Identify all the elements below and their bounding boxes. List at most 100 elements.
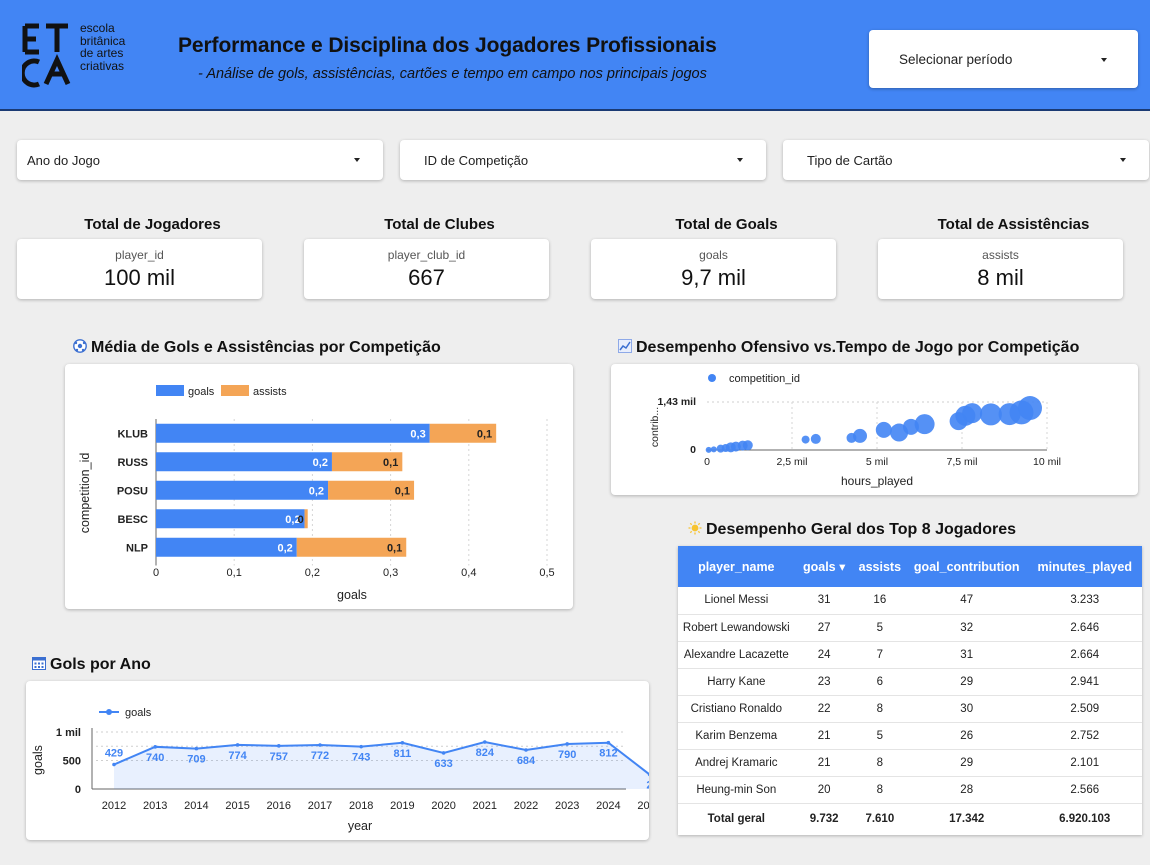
data-label: 790 bbox=[558, 749, 576, 761]
table-cell: 29 bbox=[905, 749, 1028, 777]
legend-swatch-assists bbox=[221, 385, 249, 396]
kpi-card-players: player_id 100 mil bbox=[17, 239, 262, 299]
table-row: Harry Kane 23 6 29 2.941 bbox=[678, 668, 1142, 696]
period-selector[interactable]: Selecionar período bbox=[869, 30, 1138, 88]
x-tick-label: 2012 bbox=[102, 800, 126, 812]
table-cell: 27 bbox=[794, 614, 854, 642]
bar-chart-card: 0 0,1 0,2 0,3 0,4 0,5 goals assists KLUB 0,3 0,1 RU… bbox=[65, 364, 573, 609]
col-header-minutes-played[interactable]: minutes_played bbox=[1027, 546, 1142, 587]
table-cell: 20 bbox=[794, 776, 854, 804]
bar-label-goals: 0,2 bbox=[309, 485, 324, 497]
line-point bbox=[194, 746, 199, 751]
table-cell: 7 bbox=[853, 641, 906, 669]
kpi-value: 667 bbox=[408, 265, 445, 290]
kpi-card-goals: goals 9,7 mil bbox=[591, 239, 836, 299]
scatter-point bbox=[875, 421, 892, 438]
kpi-metric: player_club_id bbox=[387, 248, 466, 262]
x-tick-label: 0 bbox=[153, 567, 159, 579]
bar-goals bbox=[156, 423, 430, 443]
table-cell: Harry Kane bbox=[678, 668, 795, 696]
kpi-title: Total de Jogadores bbox=[84, 216, 221, 233]
header-bar: escola britânica de artes criativas Perf… bbox=[0, 0, 1150, 111]
school-logo: escola britânica de artes criativas bbox=[22, 22, 152, 92]
bar-goals bbox=[156, 452, 332, 472]
filter-game-year[interactable]: Ano do Jogo bbox=[17, 140, 383, 180]
line-chart[interactable]: 0 500 1 mil 429 2012 740 2013 709 2014 774 2015 757… bbox=[26, 681, 666, 840]
section-title-text: Gols por Ano bbox=[50, 656, 151, 673]
data-label: 774 bbox=[228, 750, 247, 762]
table-cell: 8 bbox=[853, 749, 906, 777]
x-tick-label: 0,1 bbox=[227, 567, 242, 579]
table-cell: 23 bbox=[794, 668, 854, 696]
x-tick-label: 0,5 bbox=[539, 567, 554, 579]
x-tick-label: 2021 bbox=[473, 800, 497, 812]
y-axis-title: goals bbox=[31, 745, 45, 775]
line-point bbox=[565, 742, 569, 746]
scatter-point bbox=[801, 435, 810, 444]
filter-label: ID de Competição bbox=[424, 153, 529, 168]
table-cell: 2.752 bbox=[1027, 722, 1142, 750]
table-row: Karim Benzema 21 5 26 2.752 bbox=[678, 722, 1142, 750]
filter-competition-id[interactable]: ID de Competição bbox=[400, 140, 766, 180]
bar-goals bbox=[156, 509, 305, 529]
data-label: 772 bbox=[311, 750, 329, 762]
table-cell: Cristiano Ronaldo bbox=[678, 695, 795, 723]
bar-label-assists: 0 bbox=[298, 514, 304, 526]
line-point bbox=[483, 740, 487, 744]
legend-label-goals: goals bbox=[188, 386, 215, 398]
table-cell: Andrej Kramaric bbox=[678, 749, 795, 777]
table-row: Cristiano Ronaldo 22 8 30 2.509 bbox=[678, 695, 1142, 723]
col-header-assists[interactable]: assists bbox=[853, 546, 906, 587]
table-cell: 2.509 bbox=[1027, 695, 1142, 723]
table-cell: Alexandre Lacazette bbox=[678, 641, 795, 669]
table-row: Alexandre Lacazette 24 7 31 2.664 bbox=[678, 641, 1142, 669]
x-tick-label: 2020 bbox=[431, 800, 455, 812]
scatter-chart[interactable]: 0 2,5 mil 5 mil 7,5 mil 10 mil 1,43 mil 0 compe… bbox=[611, 364, 1138, 495]
scatter-point bbox=[810, 433, 821, 444]
col-header-goal-contribution[interactable]: goal_contribution bbox=[905, 546, 1028, 587]
x-tick-label: 2022 bbox=[514, 800, 538, 812]
sun-icon bbox=[688, 521, 702, 535]
table-cell: 6 bbox=[853, 668, 906, 696]
col-header-player-name[interactable]: player_name bbox=[678, 546, 795, 587]
data-label: 429 bbox=[105, 748, 123, 760]
bar-label-assists: 0,1 bbox=[477, 428, 492, 440]
table-cell: 17.342 bbox=[949, 813, 985, 826]
table-cell: 2.941 bbox=[1027, 668, 1142, 696]
line-point bbox=[277, 744, 281, 748]
y-axis-title: competition_id bbox=[78, 453, 92, 534]
data-label: 757 bbox=[270, 751, 288, 763]
x-tick-label: 5 mil bbox=[866, 456, 888, 468]
x-tick-label: 2024 bbox=[596, 800, 620, 812]
y-tick-label: 500 bbox=[63, 756, 81, 768]
y-tick-label: 0 bbox=[690, 444, 696, 456]
table-cell: 31 bbox=[905, 641, 1028, 669]
period-selector-label: Selecionar período bbox=[899, 52, 1013, 67]
section-title-text: Desempenho Ofensivo vs.Tempo de Jogo por… bbox=[636, 339, 1080, 356]
table-cell: 24 bbox=[794, 641, 854, 669]
bar-chart[interactable]: 0 0,1 0,2 0,3 0,4 0,5 goals assists KLUB 0,3 0,1 RU… bbox=[65, 364, 573, 609]
table-cell: 2.646 bbox=[1027, 614, 1142, 642]
data-label: 812 bbox=[599, 748, 617, 760]
section-title-text: Média de Gols e Assistências por Competi… bbox=[91, 339, 441, 356]
table-cell: 31 bbox=[794, 587, 854, 615]
filter-card-type[interactable]: Tipo de Cartão bbox=[783, 140, 1149, 180]
line-point bbox=[235, 743, 240, 747]
x-tick-label: 0,3 bbox=[383, 567, 398, 579]
col-header-goals[interactable]: goals ▾ bbox=[794, 546, 854, 587]
section-title-text: Desempenho Geral dos Top 8 Jogadores bbox=[706, 521, 1016, 538]
table-cell: 21 bbox=[794, 722, 854, 750]
logo-line: escola bbox=[80, 21, 115, 35]
data-label: 254 bbox=[646, 780, 649, 792]
kpi-card-clubs: player_club_id 667 bbox=[304, 239, 549, 299]
table-cell: 5 bbox=[853, 722, 906, 750]
table-cell: 26 bbox=[905, 722, 1028, 750]
section-title-line: Gols por Ano bbox=[32, 656, 151, 674]
line-chart-card: 0 500 1 mil 429 2012 740 2013 709 2014 774 2015 757… bbox=[26, 681, 666, 840]
data-label: 743 bbox=[352, 752, 370, 764]
x-tick-label: 2014 bbox=[184, 800, 208, 812]
legend-label: goals bbox=[125, 707, 152, 719]
logo-line: criativas bbox=[80, 58, 125, 73]
x-tick-label: 2013 bbox=[143, 800, 167, 812]
data-label: 709 bbox=[187, 754, 205, 766]
